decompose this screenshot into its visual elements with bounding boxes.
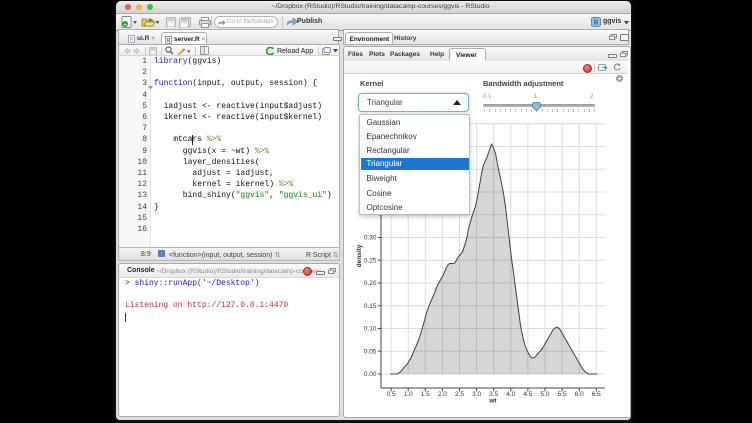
svg-text:4.0: 4.0 [506,391,515,398]
svg-text:0.25: 0.25 [364,257,377,264]
svg-text:0.5: 0.5 [387,391,396,398]
svg-text:0.10: 0.10 [364,326,377,333]
svg-text:3.0: 3.0 [472,391,481,398]
svg-text:5.5: 5.5 [558,391,567,398]
svg-text:1.0: 1.0 [404,391,413,398]
svg-text:2.5: 2.5 [455,391,464,398]
svg-text:+: + [123,21,127,28]
svg-text:R: R [130,37,134,43]
svg-text:2.0: 2.0 [438,391,447,398]
svg-text:6.0: 6.0 [575,391,584,398]
svg-text:0.30: 0.30 [364,235,377,242]
svg-text:R: R [167,38,171,44]
svg-text:6.5: 6.5 [592,391,601,398]
svg-text:density: density [356,244,363,267]
svg-text:1.5: 1.5 [421,391,430,398]
svg-text:4.5: 4.5 [523,391,532,398]
svg-text:0.00: 0.00 [364,371,377,378]
svg-text:0.15: 0.15 [364,303,377,310]
svg-text:0.05: 0.05 [364,348,377,355]
svg-text:5.0: 5.0 [540,391,549,398]
svg-text:0.20: 0.20 [364,280,377,287]
svg-text:wt: wt [488,398,497,405]
